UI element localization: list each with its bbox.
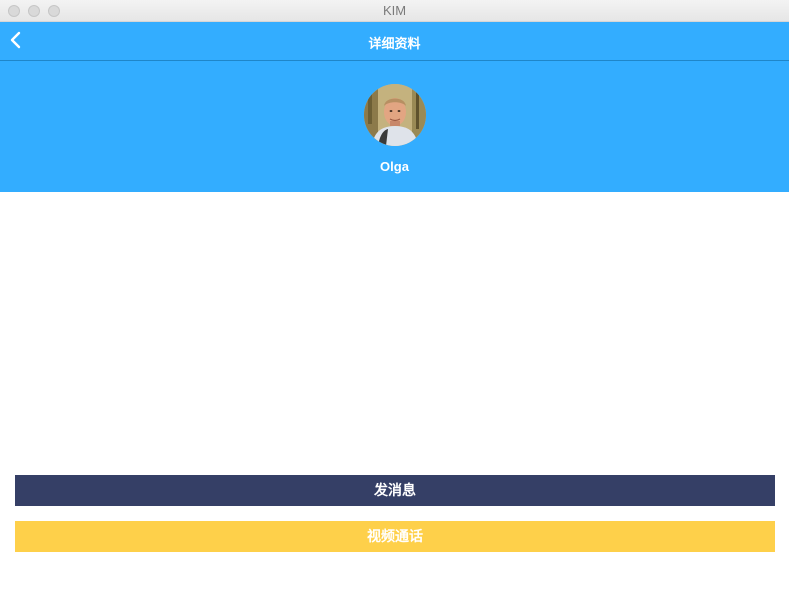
navigation-bar: 详细资料	[0, 22, 789, 61]
avatar-image	[364, 84, 426, 146]
avatar[interactable]	[364, 84, 426, 146]
profile-header: Olga	[0, 61, 789, 192]
window-title: KIM	[382, 3, 407, 18]
app-window: KIM 详细资料 Olga 发消息 视频通话	[0, 0, 789, 613]
page-title: 详细资料	[368, 36, 421, 51]
video-call-button[interactable]: 视频通话	[15, 521, 775, 552]
window-titlebar: KIM	[0, 0, 789, 22]
profile-name: Olga	[380, 159, 409, 174]
send-message-button[interactable]: 发消息	[15, 475, 775, 506]
